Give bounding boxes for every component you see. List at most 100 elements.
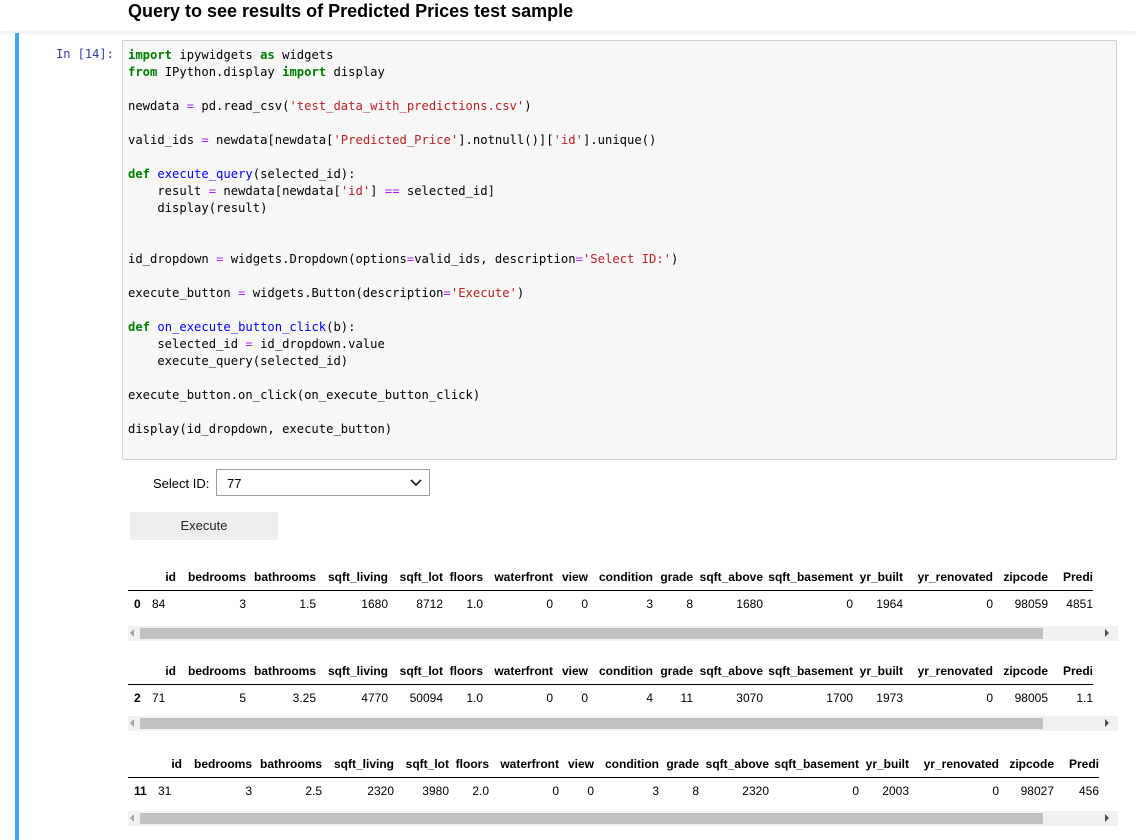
table-cell: 2320: [742, 784, 769, 798]
column-header: yr_built: [859, 570, 903, 584]
table-header-row: id bedrooms bathrooms sqft_living sqft_lot fl…: [128, 564, 1093, 591]
table-cell: 456: [1078, 784, 1099, 798]
table-cell: 1700: [826, 691, 853, 705]
table-cell: 0: [992, 784, 999, 798]
result-table-3: id bedrooms bathrooms sqft_living sqft_lot fl…: [128, 751, 1099, 804]
scrollbar-thumb[interactable]: [140, 718, 1043, 729]
table-row: 0 84 3 1.5 1680 8712 1.0 0 0 3 8 1680 0 1964 0 98059 485…: [128, 591, 1093, 618]
column-header: id: [165, 570, 176, 584]
column-header: sqft_living: [327, 664, 388, 678]
table-cell: 0: [581, 691, 588, 705]
table-cell: 8: [692, 784, 699, 798]
table-header-row: id bedrooms bathrooms sqft_living sqft_lot fl…: [128, 658, 1093, 685]
scroll-left-icon[interactable]: [130, 814, 134, 822]
column-header: condition: [599, 570, 653, 584]
table-cell: 3: [245, 784, 252, 798]
table-cell: 1.1: [1076, 691, 1093, 705]
table-cell: 8: [686, 597, 693, 611]
scroll-right-icon[interactable]: [1105, 719, 1109, 727]
column-header: yr_built: [865, 757, 909, 771]
table-cell: 3: [652, 784, 659, 798]
column-header: sqft_above: [705, 757, 769, 771]
table-cell: 4: [646, 691, 653, 705]
scroll-right-icon[interactable]: [1105, 629, 1109, 637]
table-cell: 3: [239, 597, 246, 611]
column-header: zipcode: [1003, 570, 1048, 584]
column-header: yr_built: [859, 664, 903, 678]
table-cell: 98059: [1014, 597, 1048, 611]
column-header: Predi: [1068, 757, 1099, 771]
table-cell: 0: [546, 597, 553, 611]
scrollbar-thumb[interactable]: [140, 628, 1043, 639]
table-cell: 31: [158, 784, 172, 798]
column-header: waterfront: [494, 664, 553, 678]
table-cell: 11: [680, 691, 693, 705]
table-cell: 0: [852, 784, 859, 798]
markdown-heading: Query to see results of Predicted Prices…: [128, 1, 574, 21]
column-header: sqft_living: [327, 570, 388, 584]
column-header: grade: [666, 757, 699, 771]
execute-button[interactable]: Execute: [130, 512, 278, 540]
column-header: floors: [449, 664, 483, 678]
table-cell: 1.5: [299, 597, 316, 611]
row-index: 2: [134, 691, 141, 705]
table-cell: 1680: [361, 597, 388, 611]
dropdown-value: 77: [227, 476, 242, 491]
horizontal-scrollbar[interactable]: [128, 811, 1118, 826]
horizontal-scrollbar[interactable]: [128, 716, 1118, 731]
table-cell: 0: [581, 597, 588, 611]
table-cell: 2.5: [305, 784, 322, 798]
column-header: sqft_above: [699, 664, 763, 678]
scroll-left-icon[interactable]: [130, 629, 134, 637]
column-header: waterfront: [500, 757, 559, 771]
table-cell: 1.0: [466, 597, 483, 611]
row-index: 11: [134, 784, 147, 798]
table-cell: 4851: [1066, 597, 1093, 611]
table-row: 2 71 5 3.25 4770 50094 1.0 0 0 4 11 3070 1700 1973 0 98…: [128, 685, 1093, 712]
column-header: sqft_living: [333, 757, 394, 771]
table-row: 11 31 3 2.5 2320 3980 2.0 0 0 3 8 2320 0 2003 0 98027 45…: [128, 778, 1099, 805]
column-header: sqft_basement: [768, 570, 853, 584]
table-cell: 2320: [367, 784, 394, 798]
column-header: condition: [599, 664, 653, 678]
table-cell: 0: [552, 784, 559, 798]
scroll-right-icon[interactable]: [1105, 814, 1109, 822]
horizontal-scrollbar[interactable]: [128, 626, 1118, 641]
column-header: bathrooms: [259, 757, 322, 771]
table-cell: 0: [986, 597, 993, 611]
index-header: [128, 564, 148, 591]
column-header: id: [171, 757, 182, 771]
table-cell: 98027: [1020, 784, 1054, 798]
column-header: yr_renovated: [917, 664, 993, 678]
index-header: [128, 751, 154, 778]
column-header: bedrooms: [187, 570, 246, 584]
column-header: grade: [660, 570, 693, 584]
column-header: Predi: [1062, 570, 1093, 584]
column-header: view: [561, 570, 588, 584]
column-header: sqft_lot: [405, 757, 449, 771]
column-header: yr_renovated: [917, 570, 993, 584]
select-id-dropdown[interactable]: 77: [216, 469, 430, 496]
table-cell: 71: [152, 691, 166, 705]
column-header: zipcode: [1009, 757, 1054, 771]
column-header: sqft_lot: [399, 570, 443, 584]
column-header: sqft_basement: [768, 664, 853, 678]
table-cell: 1973: [876, 691, 903, 705]
table-cell: 2.0: [472, 784, 489, 798]
code-text[interactable]: import ipywidgets as widgets from IPytho…: [128, 47, 678, 438]
code-editor[interactable]: import ipywidgets as widgets from IPytho…: [122, 40, 1117, 460]
table-cell: 50094: [409, 691, 443, 705]
index-header: [128, 658, 148, 685]
table-cell: 0: [587, 784, 594, 798]
column-header: sqft_lot: [399, 664, 443, 678]
result-table-1: id bedrooms bathrooms sqft_living sqft_lot fl…: [128, 564, 1093, 617]
column-header: bathrooms: [253, 664, 316, 678]
table-cell: 3070: [736, 691, 763, 705]
table-cell: 4770: [361, 691, 388, 705]
table-cell: 0: [846, 597, 853, 611]
scroll-left-icon[interactable]: [130, 719, 134, 727]
scrollbar-thumb[interactable]: [140, 813, 1043, 824]
column-header: yr_renovated: [923, 757, 999, 771]
table-cell: 8712: [416, 597, 443, 611]
column-header: Predi: [1062, 664, 1093, 678]
